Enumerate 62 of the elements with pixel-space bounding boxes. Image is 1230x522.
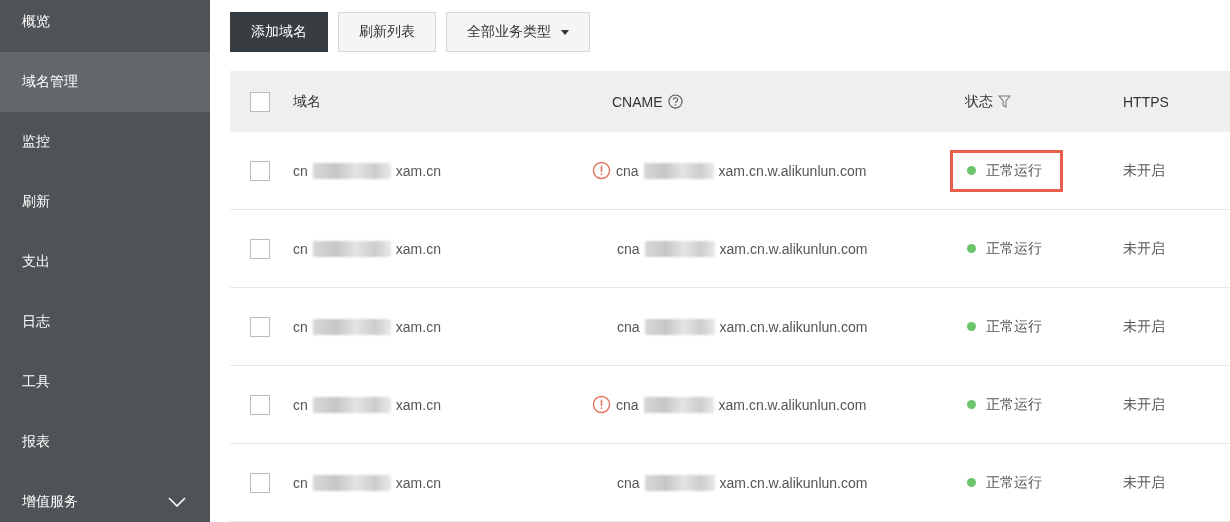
https-text: 未开启 [1123, 161, 1165, 180]
domain-text: cn [293, 474, 308, 491]
redaction-blur [643, 396, 714, 413]
row-checkbox[interactable] [250, 472, 270, 493]
sidebar-item[interactable]: 监控 [0, 112, 210, 172]
redaction-blur [644, 318, 715, 335]
redaction-blur [643, 162, 714, 179]
domain-text: cn [293, 396, 308, 413]
column-header: HTTPS [1123, 93, 1169, 110]
domain-text: xam.cn [395, 240, 441, 257]
cname-text: cna [616, 396, 639, 413]
cname-text: xam.cn.w.alikunlun.com [719, 240, 868, 257]
domain-text: xam.cn [395, 162, 441, 179]
domain-text: cn [293, 162, 308, 179]
status-text: 正常运行 [986, 317, 1042, 336]
help-icon [667, 94, 683, 109]
warning-icon [592, 161, 611, 180]
redaction-blur [644, 240, 715, 257]
sidebar-item[interactable]: 日志 [0, 292, 210, 352]
domain-text: cn [293, 318, 308, 335]
status-text: 正常运行 [986, 473, 1042, 492]
redaction-blur [644, 474, 715, 491]
toolbar-button[interactable]: 添加域名 [230, 12, 328, 52]
toolbar-button[interactable]: 刷新列表 [338, 12, 436, 52]
column-header: 状态 [965, 92, 993, 111]
row-checkbox[interactable] [250, 394, 270, 415]
cname-text: cna [617, 474, 640, 491]
filter-icon [998, 95, 1011, 108]
domain-text: xam.cn [395, 396, 441, 413]
https-text: 未开启 [1123, 239, 1165, 258]
status-text: 正常运行 [986, 161, 1042, 180]
row-checkbox[interactable] [250, 160, 270, 181]
domain-text: xam.cn [395, 318, 441, 335]
dropdown-button[interactable]: 全部业务类型 [446, 12, 590, 52]
caret-icon [561, 29, 569, 35]
cname-text: cna [617, 318, 640, 335]
cname-text: cna [616, 162, 639, 179]
domain-text: cn [293, 240, 308, 257]
cname-text: xam.cn.w.alikunlun.com [718, 162, 867, 179]
cname-text: xam.cn.w.alikunlun.com [718, 396, 867, 413]
sidebar-item[interactable]: 刷新 [0, 172, 210, 232]
https-text: 未开启 [1123, 395, 1165, 414]
cname-text: xam.cn.w.alikunlun.com [719, 318, 868, 335]
domain-text: xam.cn [395, 474, 441, 491]
cname-text: cna [617, 240, 640, 257]
select-all-checkbox[interactable] [250, 91, 270, 112]
sidebar-item[interactable]: 报表 [0, 412, 210, 472]
row-checkbox[interactable] [250, 316, 270, 337]
sidebar-item[interactable]: 支出 [0, 232, 210, 292]
status-text: 正常运行 [986, 239, 1042, 258]
column-header: 域名 [293, 92, 321, 111]
sidebar-item[interactable]: 域名管理 [0, 52, 210, 112]
https-text: 未开启 [1123, 473, 1165, 492]
warning-icon [592, 395, 611, 414]
cname-text: xam.cn.w.alikunlun.com [719, 474, 868, 491]
column-header: CNAME [612, 93, 663, 110]
sidebar-item[interactable]: 工具 [0, 352, 210, 412]
sidebar-item[interactable]: 概览 [0, 0, 210, 52]
https-text: 未开启 [1123, 317, 1165, 336]
status-text: 正常运行 [986, 395, 1042, 414]
row-checkbox[interactable] [250, 238, 270, 259]
sidebar-item[interactable]: 增值服务 [0, 472, 210, 522]
